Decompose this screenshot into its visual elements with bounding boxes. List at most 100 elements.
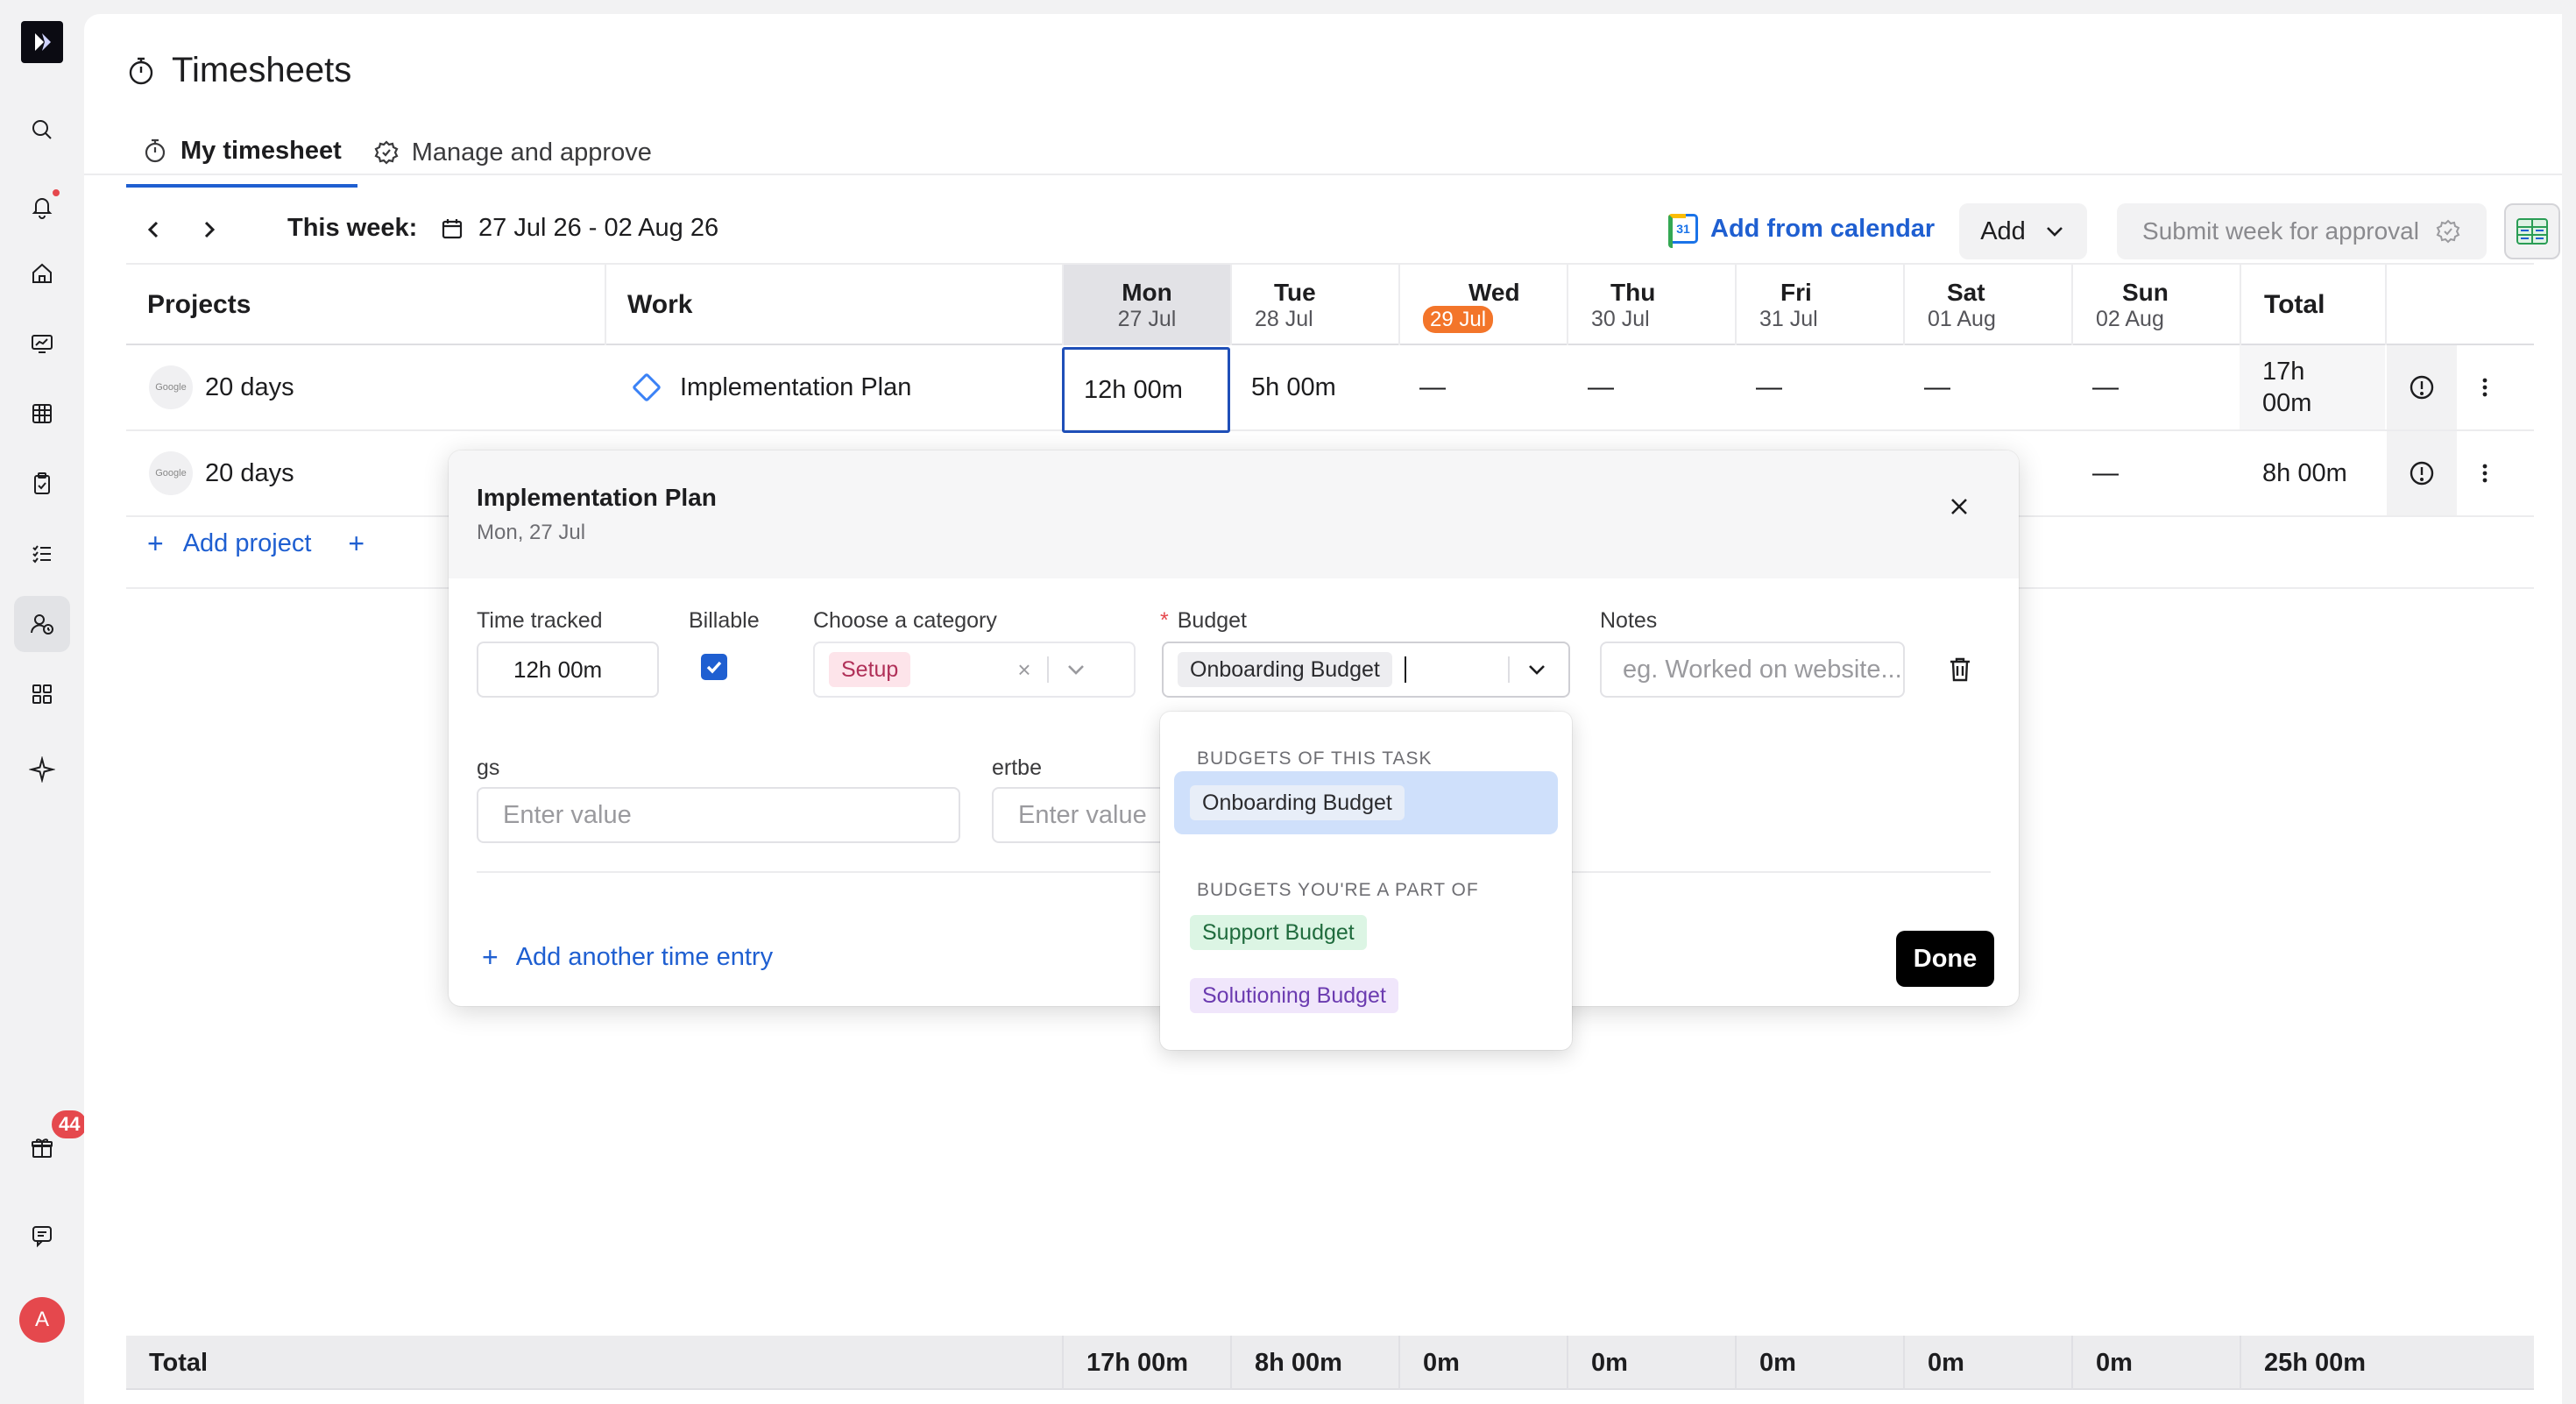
today-date-chip: 29 Jul [1423, 305, 1494, 333]
budget-option-solutioning[interactable]: Solutioning Budget [1174, 964, 1558, 1027]
budget-option-support[interactable]: Support Budget [1174, 901, 1558, 964]
required-marker: * [1160, 608, 1169, 633]
day-date: 28 Jul [1255, 306, 1313, 331]
row-menu-icon[interactable] [2471, 345, 2499, 429]
google-logo: Google [149, 365, 193, 409]
header-day-wed: Wed 29 Jul [1398, 265, 1567, 345]
submit-week-button[interactable]: Submit week for approval [2117, 203, 2487, 259]
header-projects: Projects [147, 290, 251, 319]
total-wed: 0m [1398, 1336, 1460, 1390]
time-cell-tue[interactable]: 5h 00m [1251, 345, 1336, 429]
warning-icon[interactable] [2387, 345, 2457, 429]
budget-label: * Budget [1160, 608, 1247, 634]
day-name: Sun [2122, 278, 2169, 306]
time-cell-wed[interactable]: — [1419, 345, 1446, 429]
totals-row: Total 17h 00m 8h 00m 0m 0m 0m 0m 0m 25h … [126, 1336, 2534, 1390]
task-list-icon[interactable] [25, 536, 60, 571]
time-cell-mon[interactable]: 12h 00m [1062, 347, 1230, 433]
budget-dropdown: BUDGETS OF THIS TASK Onboarding Budget B… [1160, 712, 1572, 1050]
category-select[interactable]: Setup × [813, 642, 1136, 698]
dashboard-icon[interactable] [25, 326, 60, 361]
calendar-icon [442, 218, 463, 238]
plus-icon: + [348, 528, 365, 559]
row-menu-icon[interactable] [2471, 431, 2499, 515]
add-from-calendar-button[interactable]: 31 Add from calendar [1668, 214, 1935, 248]
custom-field-gs-label: gs [477, 755, 500, 780]
add-another-label: Add another time entry [515, 943, 774, 971]
brand-logo[interactable] [21, 21, 63, 63]
main-panel: Timesheets My timesheet Manage and appro… [84, 14, 2562, 1404]
add-dropdown-button[interactable]: Add [1959, 203, 2087, 259]
trash-icon [1950, 657, 1970, 682]
next-week-button[interactable] [191, 212, 226, 247]
stopwatch-icon [145, 138, 166, 163]
billable-checkbox[interactable] [701, 654, 727, 680]
total-sun: 0m [2071, 1336, 2133, 1390]
sheet-layout-toggle[interactable] [2504, 203, 2560, 259]
time-cell-thu[interactable]: — [1588, 345, 1614, 429]
week-toolbar: This week: 27 Jul 26 - 02 Aug 26 31 Add … [126, 196, 2562, 270]
search-icon[interactable] [25, 112, 60, 147]
popover-title: Implementation Plan [477, 484, 717, 511]
project-cell[interactable]: Google 20 days [149, 345, 294, 429]
home-icon[interactable] [25, 256, 60, 291]
work-cell[interactable]: Implementation Plan [631, 345, 911, 429]
total-thu: 0m [1567, 1336, 1628, 1390]
header-day-mon: Mon 27 Jul [1062, 265, 1230, 345]
day-date: 30 Jul [1591, 306, 1650, 331]
day-name: Fri [1780, 278, 1812, 306]
close-button[interactable] [1943, 491, 1975, 522]
add-label: Add [1980, 216, 2026, 245]
plus-icon: + [147, 528, 164, 559]
add-project-button[interactable]: + Add project + [147, 528, 364, 560]
week-range-picker[interactable]: 27 Jul 26 - 02 Aug 26 [440, 214, 718, 243]
custom-field-ertbe-label: ertbe [992, 755, 1042, 780]
warning-icon[interactable] [2387, 431, 2457, 515]
check-icon [706, 661, 722, 674]
clear-category-icon[interactable]: × [1017, 656, 1030, 684]
week-label: This week: [287, 214, 418, 242]
project-cell[interactable]: Google 20 days [149, 431, 294, 515]
time-cell-sun[interactable]: — [2092, 345, 2119, 429]
header-day-tue: Tue 28 Jul [1230, 265, 1398, 345]
header-divider [2385, 265, 2387, 345]
custom-field-gs-input[interactable]: Enter value [477, 787, 960, 843]
chevron-down-icon[interactable] [1065, 658, 1087, 681]
delete-entry-button[interactable] [1947, 656, 1973, 688]
day-date: 27 Jul [1117, 306, 1177, 331]
chat-icon[interactable] [25, 1218, 60, 1253]
time-cell-fri[interactable]: — [1756, 345, 1782, 429]
chevron-down-icon[interactable] [1525, 658, 1548, 681]
avatar[interactable]: A [19, 1297, 65, 1343]
google-logo: Google [149, 451, 193, 495]
calendar-grid-icon[interactable] [25, 396, 60, 431]
tab-my-timesheet[interactable]: My timesheet [126, 117, 357, 188]
close-icon [1951, 499, 1967, 514]
done-button[interactable]: Done [1896, 931, 1994, 987]
budget-select[interactable]: Onboarding Budget [1162, 642, 1570, 698]
tab-manage-and-approve[interactable]: Manage and approve [357, 117, 668, 188]
people-clock-icon[interactable] [14, 596, 70, 652]
gear-check-icon [374, 140, 399, 165]
total-tue: 8h 00m [1230, 1336, 1342, 1390]
budget-option-onboarding[interactable]: Onboarding Budget [1174, 771, 1558, 834]
prev-week-button[interactable] [137, 212, 172, 247]
week-range-text: 27 Jul 26 - 02 Aug 26 [478, 214, 719, 242]
custom-field-ertbe-input[interactable]: Enter value [992, 787, 1167, 843]
sparkle-icon[interactable] [25, 752, 60, 787]
add-another-entry-button[interactable]: + Add another time entry [482, 941, 773, 974]
time-cell-sun[interactable]: — [2092, 431, 2119, 515]
row-total: 8h 00m [2262, 458, 2347, 487]
select-separator [1046, 656, 1049, 683]
sidebar: 44 A [0, 0, 90, 1404]
grand-total: 25h 00m [2240, 1336, 2366, 1390]
clipboard-icon[interactable] [25, 466, 60, 501]
time-cell-sat[interactable]: — [1924, 345, 1950, 429]
notes-input[interactable]: eg. Worked on website... [1600, 642, 1905, 698]
apps-icon[interactable] [25, 677, 60, 712]
select-separator [1507, 656, 1510, 683]
time-tracked-input[interactable]: 12h 00m [477, 642, 659, 698]
budget-label-text: Budget [1177, 608, 1247, 633]
day-name: Thu [1610, 278, 1656, 306]
budget-option-chip: Solutioning Budget [1190, 978, 1398, 1013]
